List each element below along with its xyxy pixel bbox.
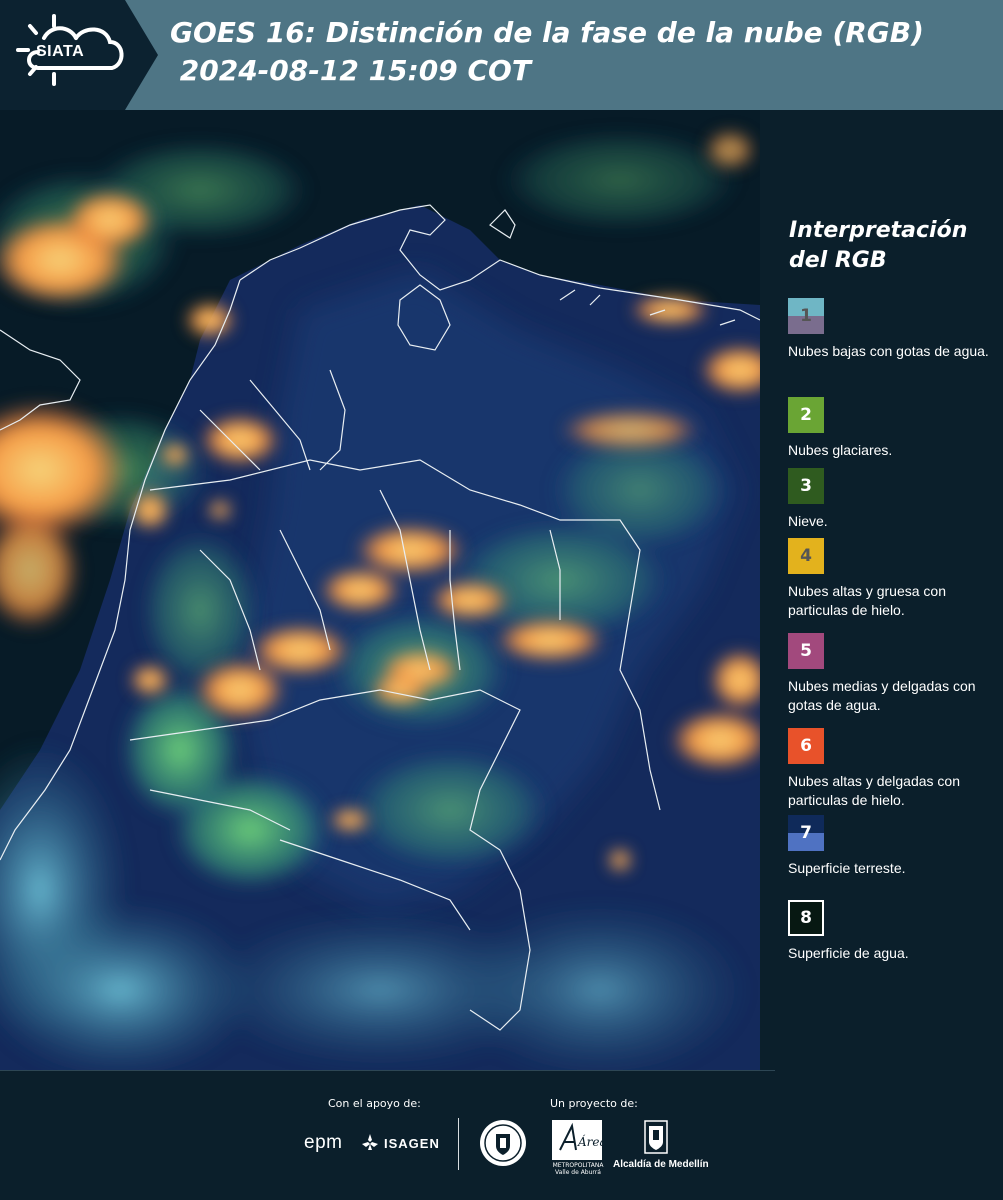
area-logo-text: Área — [577, 1134, 602, 1149]
legend-title-line-2: del RGB — [789, 248, 887, 273]
legend-title: Interpretación del RGB — [789, 216, 967, 276]
siata-logo-text: SIATA — [36, 43, 85, 60]
project-label: Un proyecto de: — [550, 1097, 638, 1110]
legend-title-line-1: Interpretación — [789, 218, 968, 243]
epm-logo: epm — [304, 1132, 343, 1153]
logo-divider — [458, 1118, 459, 1170]
support-label: Con el apoyo de: — [328, 1097, 421, 1110]
area-metropolitana-caption: METROPOLITANA Valle de Aburrá — [552, 1162, 604, 1176]
legend-number: 4 — [800, 546, 812, 566]
alcaldia-medellin-crest-icon — [644, 1120, 668, 1154]
legend-item-2: 2 Nubes glaciares. — [788, 397, 998, 460]
title-line-1: GOES 16: Distinción de la fase de la nub… — [170, 16, 924, 49]
alcaldia-medellin-label: Alcaldía de Medellín — [613, 1159, 709, 1170]
title-line-2: 2024-08-12 15:09 COT — [170, 54, 531, 87]
antioquia-seal-icon — [480, 1120, 526, 1166]
legend-swatch: 2 — [788, 397, 824, 433]
legend-swatch: 4 — [788, 538, 824, 574]
legend-item-1: 1 Nubes bajas con gotas de agua. — [788, 298, 998, 361]
legend-label: Nubes altas y gruesa con particulas de h… — [788, 583, 946, 618]
satellite-image — [0, 110, 760, 1070]
legend-label: Nubes medias y delgadas con gotas de agu… — [788, 678, 976, 713]
legend-label: Nieve. — [788, 513, 828, 529]
footer-divider-line — [0, 1070, 775, 1071]
page-title: GOES 16: Distinción de la fase de la nub… — [170, 14, 924, 90]
footer: Con el apoyo de: Un proyecto de: epm ISA… — [0, 1070, 1003, 1200]
legend-swatch: 8 — [788, 900, 824, 936]
legend-label: Superficie de agua. — [788, 945, 909, 961]
legend-label: Superficie terreste. — [788, 860, 906, 876]
legend-label: Nubes bajas con gotas de agua. — [788, 343, 989, 359]
header-bar: SIATA GOES 16: Distinción de la fase de … — [0, 0, 1003, 110]
legend-swatch: 7 — [788, 815, 824, 851]
legend-item-3: 3 Nieve. — [788, 468, 998, 531]
legend-item-5: 5 Nubes medias y delgadas con gotas de ag… — [788, 633, 998, 715]
isagen-logo: ISAGEN — [384, 1136, 440, 1151]
area-metropolitana-logo-icon: Área — [552, 1120, 602, 1160]
legend-number: 7 — [800, 823, 812, 843]
legend-number: 5 — [800, 641, 812, 661]
legend-swatch: 1 — [788, 298, 824, 334]
legend-item-7: 7 Superficie terreste. — [788, 815, 998, 878]
legend-label: Nubes glaciares. — [788, 442, 893, 458]
legend-number: 2 — [800, 405, 812, 425]
legend-item-4: 4 Nubes altas y gruesa con particulas de … — [788, 538, 998, 620]
legend-panel: Interpretación del RGB 1 Nubes bajas con … — [760, 110, 1003, 1070]
legend-label: Nubes altas y delgadas con particulas de… — [788, 773, 960, 808]
legend-number: 1 — [800, 306, 812, 326]
satellite-rgb-map — [0, 110, 760, 1070]
legend-number: 8 — [800, 908, 812, 928]
legend-item-6: 6 Nubes altas y delgadas con particulas d… — [788, 728, 998, 810]
legend-number: 3 — [800, 476, 812, 496]
legend-swatch: 5 — [788, 633, 824, 669]
legend-swatch: 6 — [788, 728, 824, 764]
isagen-logo-icon — [362, 1134, 378, 1150]
legend-swatch: 3 — [788, 468, 824, 504]
legend-item-8: 8 Superficie de agua. — [788, 900, 998, 963]
legend-number: 6 — [800, 736, 812, 756]
